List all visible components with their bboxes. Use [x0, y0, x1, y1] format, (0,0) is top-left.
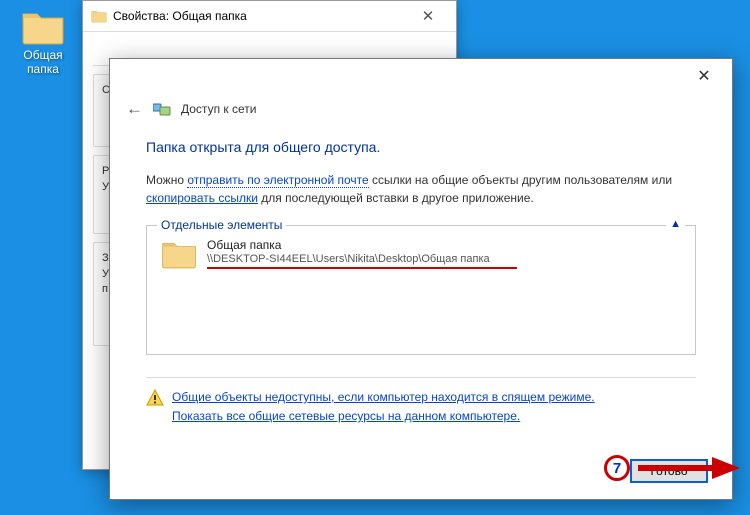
collapse-icon[interactable]: ▲ — [666, 218, 685, 230]
properties-titlebar[interactable]: Свойства: Общая папка ✕ — [83, 1, 456, 31]
item-path: \\DESKTOP-SI44EEL\Users\Nikita\Desktop\О… — [207, 253, 517, 265]
sleep-warning-link[interactable]: Общие объекты недоступны, если компьютер… — [172, 388, 595, 407]
desktop-icon-label: Общая папка — [12, 49, 74, 77]
items-group: Отдельные элементы ▲ Общая папка \\DESKT… — [146, 225, 696, 355]
close-icon[interactable]: ✕ — [408, 7, 448, 25]
folder-icon — [21, 8, 65, 46]
network-icon — [153, 101, 171, 117]
headline: Папка открыта для общего доступа. — [146, 139, 696, 155]
annotation-underline — [207, 267, 517, 269]
nav-title: Доступ к сети — [181, 102, 256, 116]
desktop-folder-icon[interactable]: Общая папка — [12, 8, 74, 77]
folder-icon — [91, 9, 107, 23]
show-all-link[interactable]: Показать все общие сетевые ресурсы на да… — [172, 407, 595, 426]
annotation-step-number: 7 — [604, 455, 630, 481]
annotation-arrow — [634, 453, 744, 483]
shared-item[interactable]: Общая папка \\DESKTOP-SI44EEL\Users\Niki… — [161, 238, 681, 270]
network-share-window: ✕ ← Доступ к сети Папка открыта для обще… — [109, 58, 733, 500]
warning-icon — [146, 389, 164, 407]
copy-link[interactable]: скопировать ссылки — [146, 191, 258, 205]
description: Можно отправить по электронной почте ссы… — [146, 171, 696, 207]
divider — [146, 377, 696, 378]
folder-icon — [161, 238, 197, 270]
item-name: Общая папка — [207, 238, 517, 252]
properties-title: Свойства: Общая папка — [113, 9, 408, 23]
email-link[interactable]: отправить по электронной почте — [187, 173, 368, 188]
back-icon[interactable]: ← — [126, 99, 143, 119]
items-legend: Отдельные элементы — [157, 218, 286, 232]
close-icon[interactable]: ✕ — [684, 63, 724, 89]
